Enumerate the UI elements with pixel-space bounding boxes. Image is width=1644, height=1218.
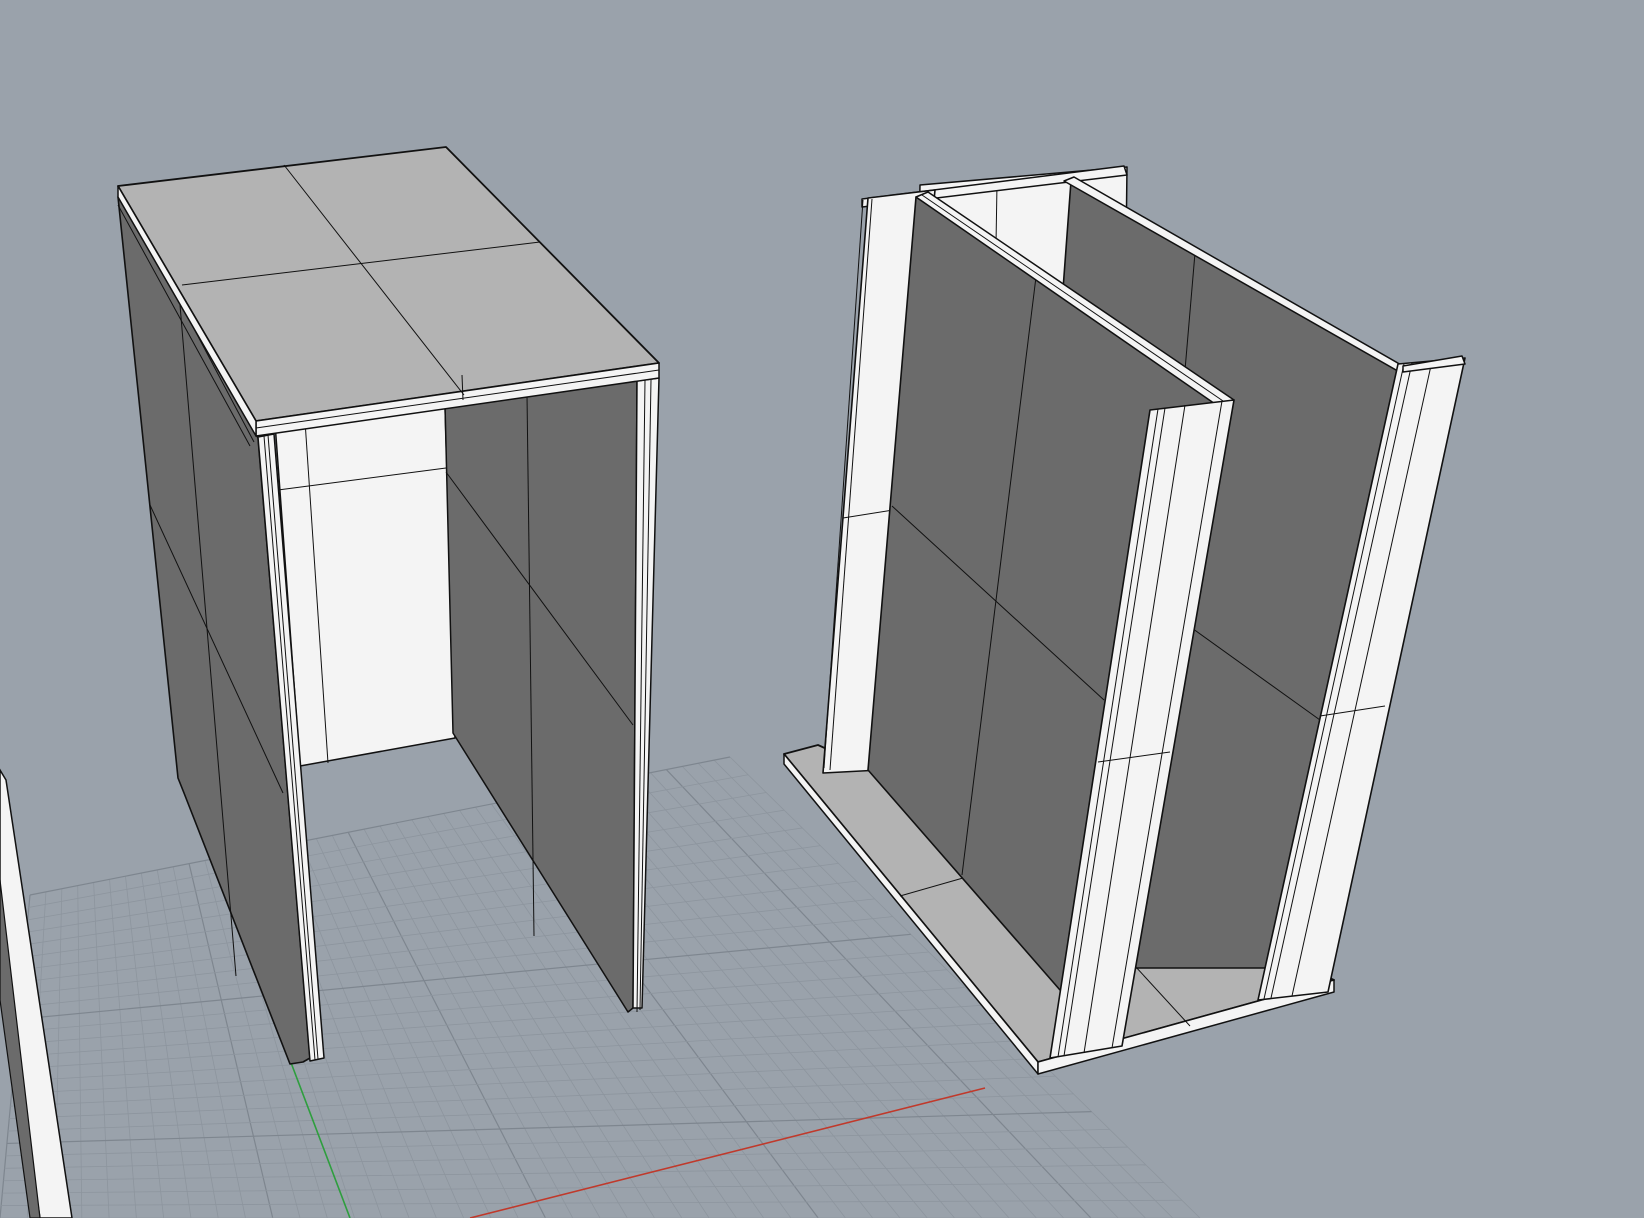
right-side-panel[interactable] xyxy=(444,380,638,1013)
grid-line xyxy=(12,1022,1002,1082)
back-panel[interactable] xyxy=(274,406,456,767)
partial-panel-offscreen[interactable] xyxy=(0,768,73,1218)
grid-line xyxy=(14,987,966,1057)
grid-line xyxy=(26,809,785,933)
grid-line xyxy=(3,1164,1146,1182)
grid-line xyxy=(13,1004,984,1070)
grid-line xyxy=(1,1199,1182,1206)
grid-line xyxy=(2,1182,1164,1194)
open-cabinet-carcass[interactable] xyxy=(117,146,660,1065)
grid-line xyxy=(27,792,767,921)
perspective-viewport[interactable] xyxy=(0,0,1644,1218)
divider-assembly[interactable] xyxy=(783,165,1466,1075)
scene-canvas[interactable] xyxy=(0,0,1644,1218)
x-axis-line xyxy=(469,1087,986,1218)
grid-line xyxy=(11,1040,1020,1095)
grid-line xyxy=(24,845,821,958)
grid-line xyxy=(4,1146,1128,1169)
grid-line xyxy=(16,969,947,1045)
grid-line xyxy=(5,1128,1110,1157)
grid-line xyxy=(10,1058,1038,1107)
grid-line xyxy=(9,1075,1056,1120)
grid-line xyxy=(20,898,875,995)
